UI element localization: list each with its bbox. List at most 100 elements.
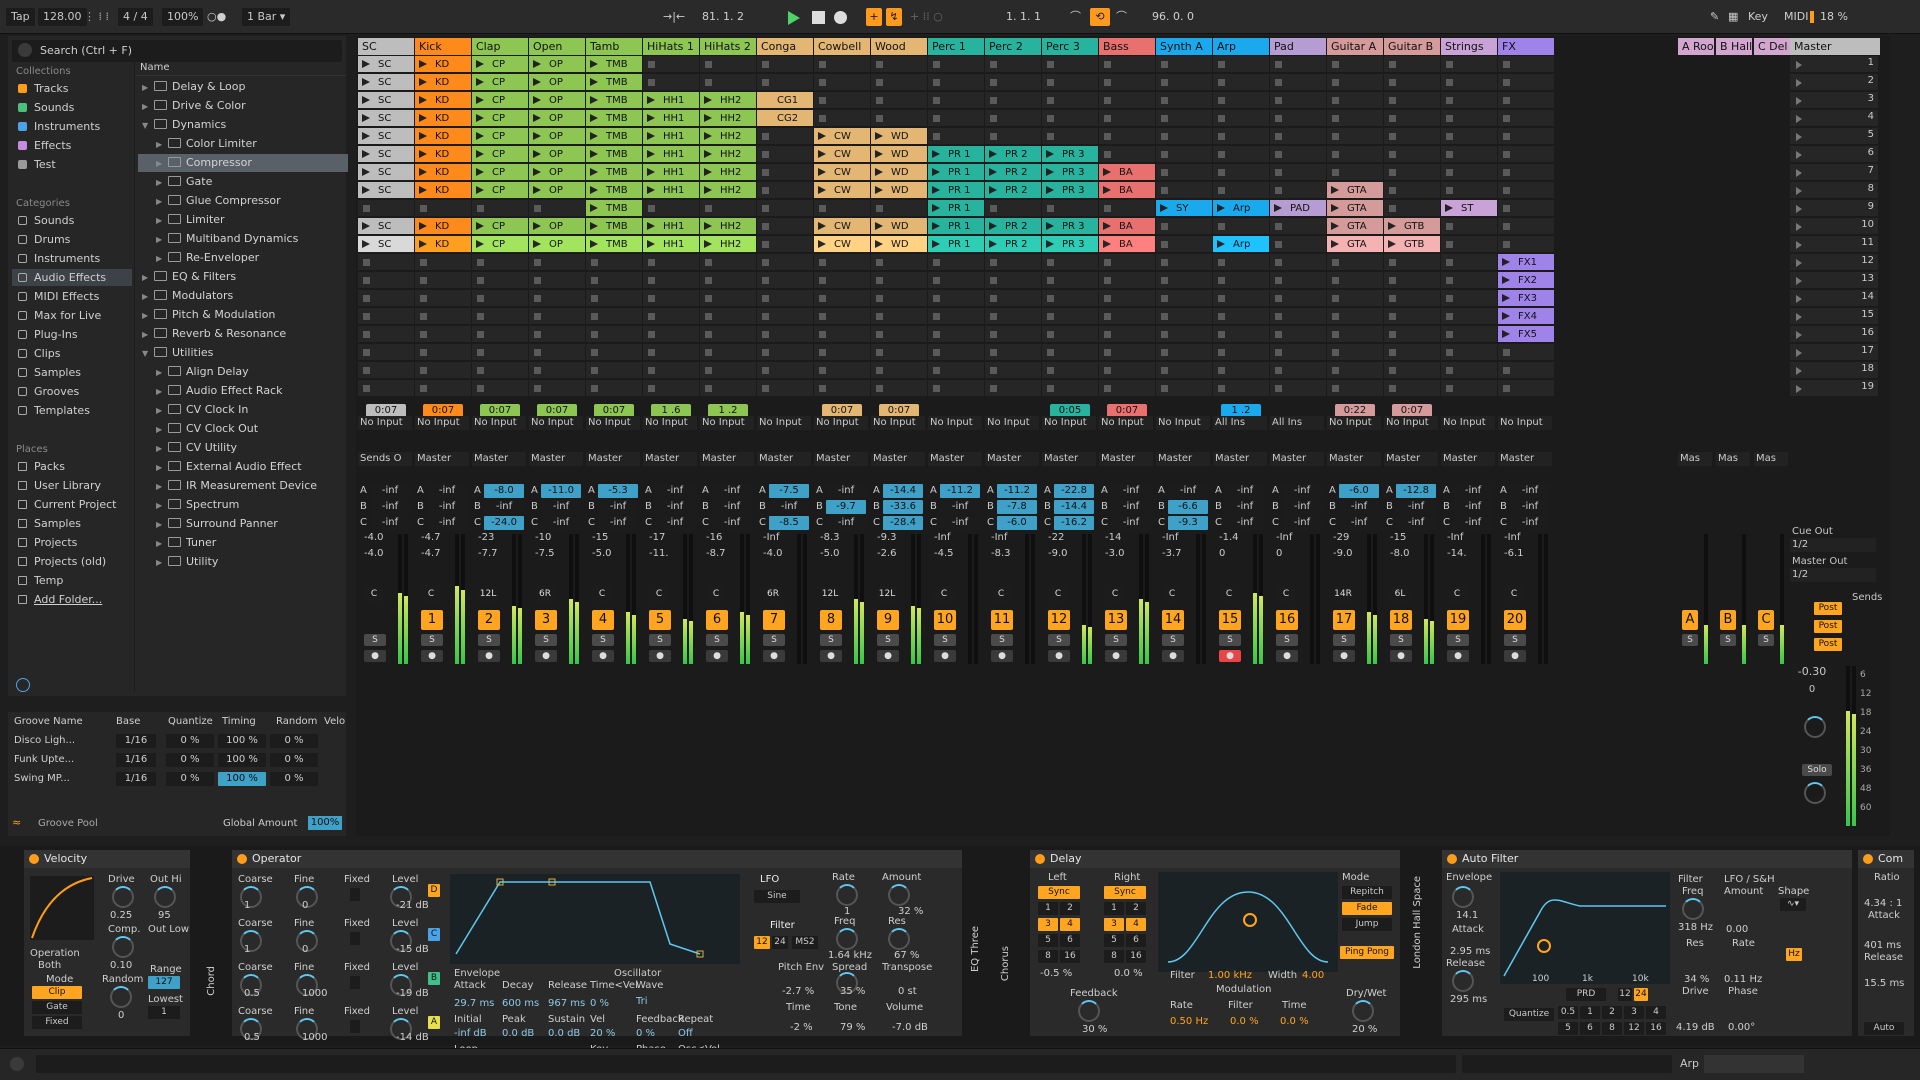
empty-clip-slot[interactable] (1327, 110, 1383, 127)
clip-stop-icon[interactable] (876, 205, 883, 212)
clip-stop-icon[interactable] (534, 259, 541, 266)
track-activator[interactable]: 8 (820, 610, 842, 630)
mod-filter-value[interactable]: 0.0 % (1230, 1016, 1259, 1027)
empty-clip-slot[interactable] (1270, 56, 1326, 73)
clip-play-icon[interactable] (647, 96, 655, 104)
clip-slot[interactable]: OP (529, 182, 585, 199)
arm-button[interactable]: ● (421, 650, 443, 662)
track-header[interactable]: Conga (757, 38, 813, 55)
op-oscillator-select[interactable]: A (428, 1016, 440, 1029)
place-user-library[interactable]: User Library (12, 477, 132, 494)
empty-clip-slot[interactable] (985, 344, 1041, 361)
clip-slot[interactable]: PR 2 (985, 146, 1041, 163)
clip-slot[interactable]: KD (415, 236, 471, 253)
empty-clip-slot[interactable] (1270, 272, 1326, 289)
clip-slot[interactable]: CG1 (757, 92, 813, 109)
clip-play-icon[interactable] (647, 186, 655, 194)
clip-stop-icon[interactable] (1275, 277, 1282, 284)
scene-launch-1[interactable]: 1 (1790, 56, 1878, 73)
empty-clip-slot[interactable] (700, 380, 756, 397)
clip-slot[interactable]: HH1 (643, 110, 699, 127)
track-volume[interactable]: -Inf (763, 532, 779, 543)
delay-beat-left-button[interactable]: 6 (1060, 934, 1080, 947)
send-b[interactable]: B -inf (1327, 500, 1383, 514)
track-volume[interactable]: -16 (706, 532, 722, 543)
time-signature[interactable]: 4 / 4 (118, 8, 153, 26)
op-wave-value[interactable]: Tri (636, 996, 648, 1007)
clip-slot[interactable]: PR 2 (985, 164, 1041, 181)
empty-clip-slot[interactable] (1156, 164, 1212, 181)
clip-slot[interactable]: TMB (586, 236, 642, 253)
op-fixed-toggle[interactable] (350, 932, 360, 945)
groove-header[interactable]: Velo (324, 716, 345, 727)
clip-stop-icon[interactable] (1446, 223, 1453, 230)
empty-clip-slot[interactable] (1384, 344, 1440, 361)
empty-clip-slot[interactable] (928, 128, 984, 145)
clip-play-icon[interactable] (1274, 204, 1282, 212)
clip-stop-icon[interactable] (1389, 97, 1396, 104)
envelope-display[interactable] (450, 874, 740, 964)
track-volume[interactable]: -Inf (1162, 532, 1178, 543)
clip-stop-icon[interactable] (933, 277, 940, 284)
groove-row[interactable]: Swing MP... 1/16 0 % 100 % 0 % (12, 772, 342, 788)
clip-stop-icon[interactable] (1446, 115, 1453, 122)
clip-play-icon[interactable] (1103, 240, 1111, 248)
op-release-value[interactable]: 967 ms (548, 998, 585, 1009)
clip-slot[interactable]: SC (358, 110, 414, 127)
slope-24-button[interactable]: 24 (1634, 988, 1648, 1001)
scene-play-icon[interactable] (1796, 259, 1802, 267)
clip-slot[interactable]: OP (529, 146, 585, 163)
send-value[interactable]: -9.7 (826, 500, 866, 514)
track-activator[interactable]: 14 (1162, 610, 1184, 630)
output-type-dropdown[interactable]: Master (1042, 452, 1096, 466)
clip-stop-icon[interactable] (1446, 385, 1453, 392)
jump-button[interactable]: Jump (1342, 918, 1392, 931)
clip-slot[interactable]: GTB (1384, 218, 1440, 235)
empty-clip-slot[interactable] (1270, 362, 1326, 379)
expand-arrow-icon[interactable]: ▶ (156, 364, 168, 382)
solo-button[interactable]: S (1682, 634, 1698, 646)
clip-stop-icon[interactable] (705, 205, 712, 212)
send-b[interactable]: B -inf (928, 500, 984, 514)
clip-stop-icon[interactable] (705, 295, 712, 302)
clip-slot[interactable]: GTA (1327, 200, 1383, 217)
clip-play-icon[interactable] (533, 150, 541, 158)
clip-slot[interactable]: WD (871, 128, 927, 145)
clip-slot[interactable]: TMB (586, 200, 642, 217)
empty-clip-slot[interactable] (1270, 110, 1326, 127)
clip-stop-icon[interactable] (819, 367, 826, 374)
output-type-dropdown[interactable]: Master (700, 452, 754, 466)
empty-clip-slot[interactable] (1384, 326, 1440, 343)
clip-stop-icon[interactable] (1503, 385, 1510, 392)
groove-header[interactable]: Timing (222, 716, 256, 727)
clip-play-icon[interactable] (875, 186, 883, 194)
track-activator[interactable]: 20 (1504, 610, 1526, 630)
empty-clip-slot[interactable] (358, 326, 414, 343)
op-oscillator-select[interactable]: B (428, 972, 440, 985)
clip-play-icon[interactable] (419, 240, 427, 248)
clip-stop-icon[interactable] (1218, 187, 1225, 194)
empty-clip-slot[interactable] (1213, 74, 1269, 91)
clip-stop-icon[interactable] (1446, 79, 1453, 86)
clip-stop-icon[interactable] (933, 133, 940, 140)
groove-quantize[interactable]: 0 % (166, 772, 214, 786)
delay-beat-right-button[interactable]: 2 (1126, 902, 1146, 915)
place-projects-old-[interactable]: Projects (old) (12, 553, 132, 570)
clip-slot[interactable]: WD (871, 218, 927, 235)
send-value[interactable]: -inf (655, 484, 695, 498)
empty-clip-slot[interactable] (871, 92, 927, 109)
clip-play-icon[interactable] (1331, 204, 1339, 212)
clip-slot[interactable]: BA (1099, 164, 1155, 181)
automation-arm-icon[interactable]: ↯ (886, 8, 902, 26)
clip-play-icon[interactable] (476, 240, 484, 248)
clip-stop-icon[interactable] (1389, 313, 1396, 320)
clip-slot[interactable]: CP (472, 182, 528, 199)
pan-knob[interactable]: C (991, 586, 1011, 602)
clip-stop-icon[interactable] (1389, 133, 1396, 140)
empty-clip-slot[interactable] (1441, 146, 1497, 163)
empty-clip-slot[interactable] (586, 308, 642, 325)
send-a[interactable]: A -7.5 (757, 484, 813, 498)
send-b[interactable]: B -inf (1213, 500, 1269, 514)
quantize-2-button[interactable]: 2 (1602, 1006, 1622, 1019)
clip-slot[interactable]: CP (472, 92, 528, 109)
